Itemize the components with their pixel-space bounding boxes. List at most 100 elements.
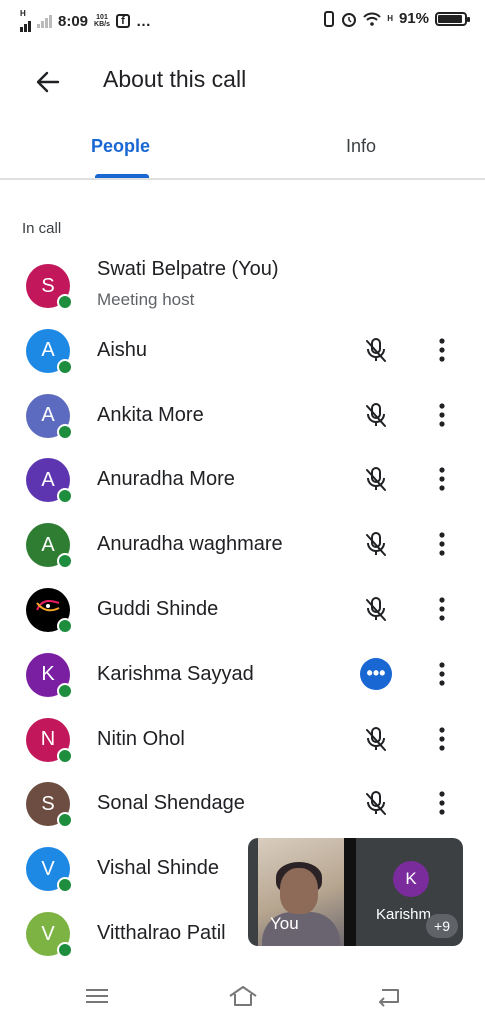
- status-right: H 91%: [323, 10, 470, 27]
- self-video-label: You: [270, 914, 299, 933]
- participant-row[interactable]: A Anuradha More: [0, 448, 485, 512]
- online-status-icon: [57, 294, 73, 310]
- tab-people[interactable]: People: [91, 136, 150, 157]
- online-status-icon: [57, 877, 73, 894]
- network-speed-unit: KB/s: [94, 21, 110, 28]
- participant-avatar: K: [26, 652, 73, 699]
- more-options-button[interactable]: [428, 594, 456, 624]
- self-video-face: [280, 868, 318, 914]
- participant-name: Karishma Sayyad: [97, 662, 254, 685]
- mic-off-icon[interactable]: [361, 594, 391, 624]
- avatar-initial: A: [41, 533, 55, 556]
- status-bar: H 8:09 101 KB/s f … H 91%: [0, 0, 485, 44]
- vibrate-icon: [324, 10, 335, 27]
- recent-apps-button[interactable]: [82, 982, 112, 1010]
- avatar-initial: K: [41, 663, 55, 686]
- participant-row[interactable]: Guddi Shinde: [0, 578, 485, 642]
- participant-row[interactable]: A Aishu: [0, 319, 485, 383]
- participant-row[interactable]: A Ankita More: [0, 384, 485, 448]
- participant-avatar: V: [26, 912, 73, 958]
- online-status-icon: [57, 682, 73, 699]
- participant-name: Aishu: [97, 338, 148, 361]
- more-options-button[interactable]: [428, 400, 456, 430]
- tab-divider: [0, 178, 485, 180]
- back-button[interactable]: [28, 62, 68, 102]
- status-left: H 8:09 101 KB/s f …: [20, 10, 151, 32]
- other-participant-avatar: K: [393, 861, 429, 897]
- mic-off-icon[interactable]: [361, 400, 391, 430]
- speaking-indicator-button[interactable]: •••: [360, 657, 392, 690]
- more-options-button[interactable]: [428, 529, 456, 559]
- participant-row[interactable]: N Nitin Ohol: [0, 708, 485, 772]
- participant-avatar: A: [26, 393, 73, 440]
- battery-percent: 91%: [398, 10, 429, 27]
- menu-icon: [86, 989, 108, 1003]
- participant-name: Ankita More: [97, 403, 204, 426]
- signal-icon: [20, 18, 31, 32]
- avatar-initial: A: [41, 339, 55, 362]
- participant-role: Meeting host: [97, 290, 195, 309]
- self-video-tile: You: [258, 838, 344, 946]
- tab-info[interactable]: Info: [346, 136, 376, 157]
- call-preview[interactable]: You K Karishm +9: [248, 838, 463, 946]
- profile-photo-icon: [33, 597, 63, 623]
- signal-2-icon: [37, 14, 52, 28]
- section-label-in-call: In call: [22, 220, 62, 237]
- network-speed: 101: [96, 14, 108, 21]
- mic-off-icon[interactable]: [361, 335, 391, 365]
- online-status-icon: [57, 747, 73, 764]
- online-status-icon: [57, 358, 73, 375]
- avatar-initial: S: [41, 274, 55, 297]
- wifi-icon: [363, 12, 381, 26]
- mic-off-icon[interactable]: [361, 464, 391, 494]
- online-status-icon: [57, 488, 73, 505]
- participant-row[interactable]: S Swati Belpatre (You) Meeting host: [0, 254, 485, 318]
- home-icon: [229, 986, 257, 1006]
- more-options-button[interactable]: [428, 659, 456, 689]
- participant-name: Sonal Shendage: [97, 792, 245, 815]
- back-nav-icon: [379, 989, 399, 1007]
- avatar-initial: S: [41, 792, 55, 815]
- participant-avatar: [26, 588, 73, 634]
- facebook-icon: f: [115, 14, 130, 28]
- battery-icon: [435, 11, 470, 26]
- participant-row[interactable]: A Anuradha waghmare: [0, 513, 485, 577]
- participant-name: Anuradha More: [97, 468, 235, 491]
- page-title: About this call: [103, 66, 247, 92]
- participant-row[interactable]: K Karishma Sayyad •••: [0, 643, 485, 707]
- mic-off-icon[interactable]: [361, 788, 391, 818]
- alarm-icon: [342, 12, 357, 27]
- participant-avatar: N: [26, 717, 73, 764]
- back-nav-button[interactable]: [374, 982, 404, 1010]
- participant-name: Swati Belpatre (You): [97, 258, 279, 280]
- participant-avatar: A: [26, 458, 73, 505]
- other-participant-label: Karishm: [376, 906, 432, 923]
- home-button[interactable]: [227, 982, 257, 1010]
- participant-avatar: A: [26, 523, 73, 570]
- avatar-initial: A: [41, 468, 55, 491]
- network-type-label: H: [20, 9, 26, 18]
- online-status-icon: [57, 423, 73, 440]
- more-options-button[interactable]: [428, 788, 456, 818]
- participant-avatar: V: [26, 847, 73, 894]
- participant-avatar: S: [26, 782, 73, 829]
- avatar-initial: V: [41, 922, 55, 945]
- participant-row[interactable]: S Sonal Shendage: [0, 772, 485, 836]
- mic-off-icon[interactable]: [361, 724, 391, 754]
- more-options-button[interactable]: [428, 335, 456, 365]
- more-options-button[interactable]: [428, 724, 456, 754]
- participant-avatar: S: [26, 264, 73, 310]
- participant-name: Vitthalrao Patil: [97, 922, 226, 944]
- online-status-icon: [57, 942, 73, 958]
- more-options-button[interactable]: [428, 464, 456, 494]
- network-type-label-2: H: [387, 13, 393, 23]
- more-notifications-icon: …: [135, 12, 151, 30]
- online-status-icon: [57, 618, 73, 634]
- extra-participants-badge: +9: [426, 914, 458, 938]
- avatar-initial: V: [41, 857, 55, 880]
- online-status-icon: [57, 553, 73, 570]
- video-divider: [344, 838, 356, 946]
- mic-off-icon[interactable]: [361, 529, 391, 559]
- participant-name: Guddi Shinde: [97, 598, 219, 620]
- participant-name: Anuradha waghmare: [97, 533, 283, 556]
